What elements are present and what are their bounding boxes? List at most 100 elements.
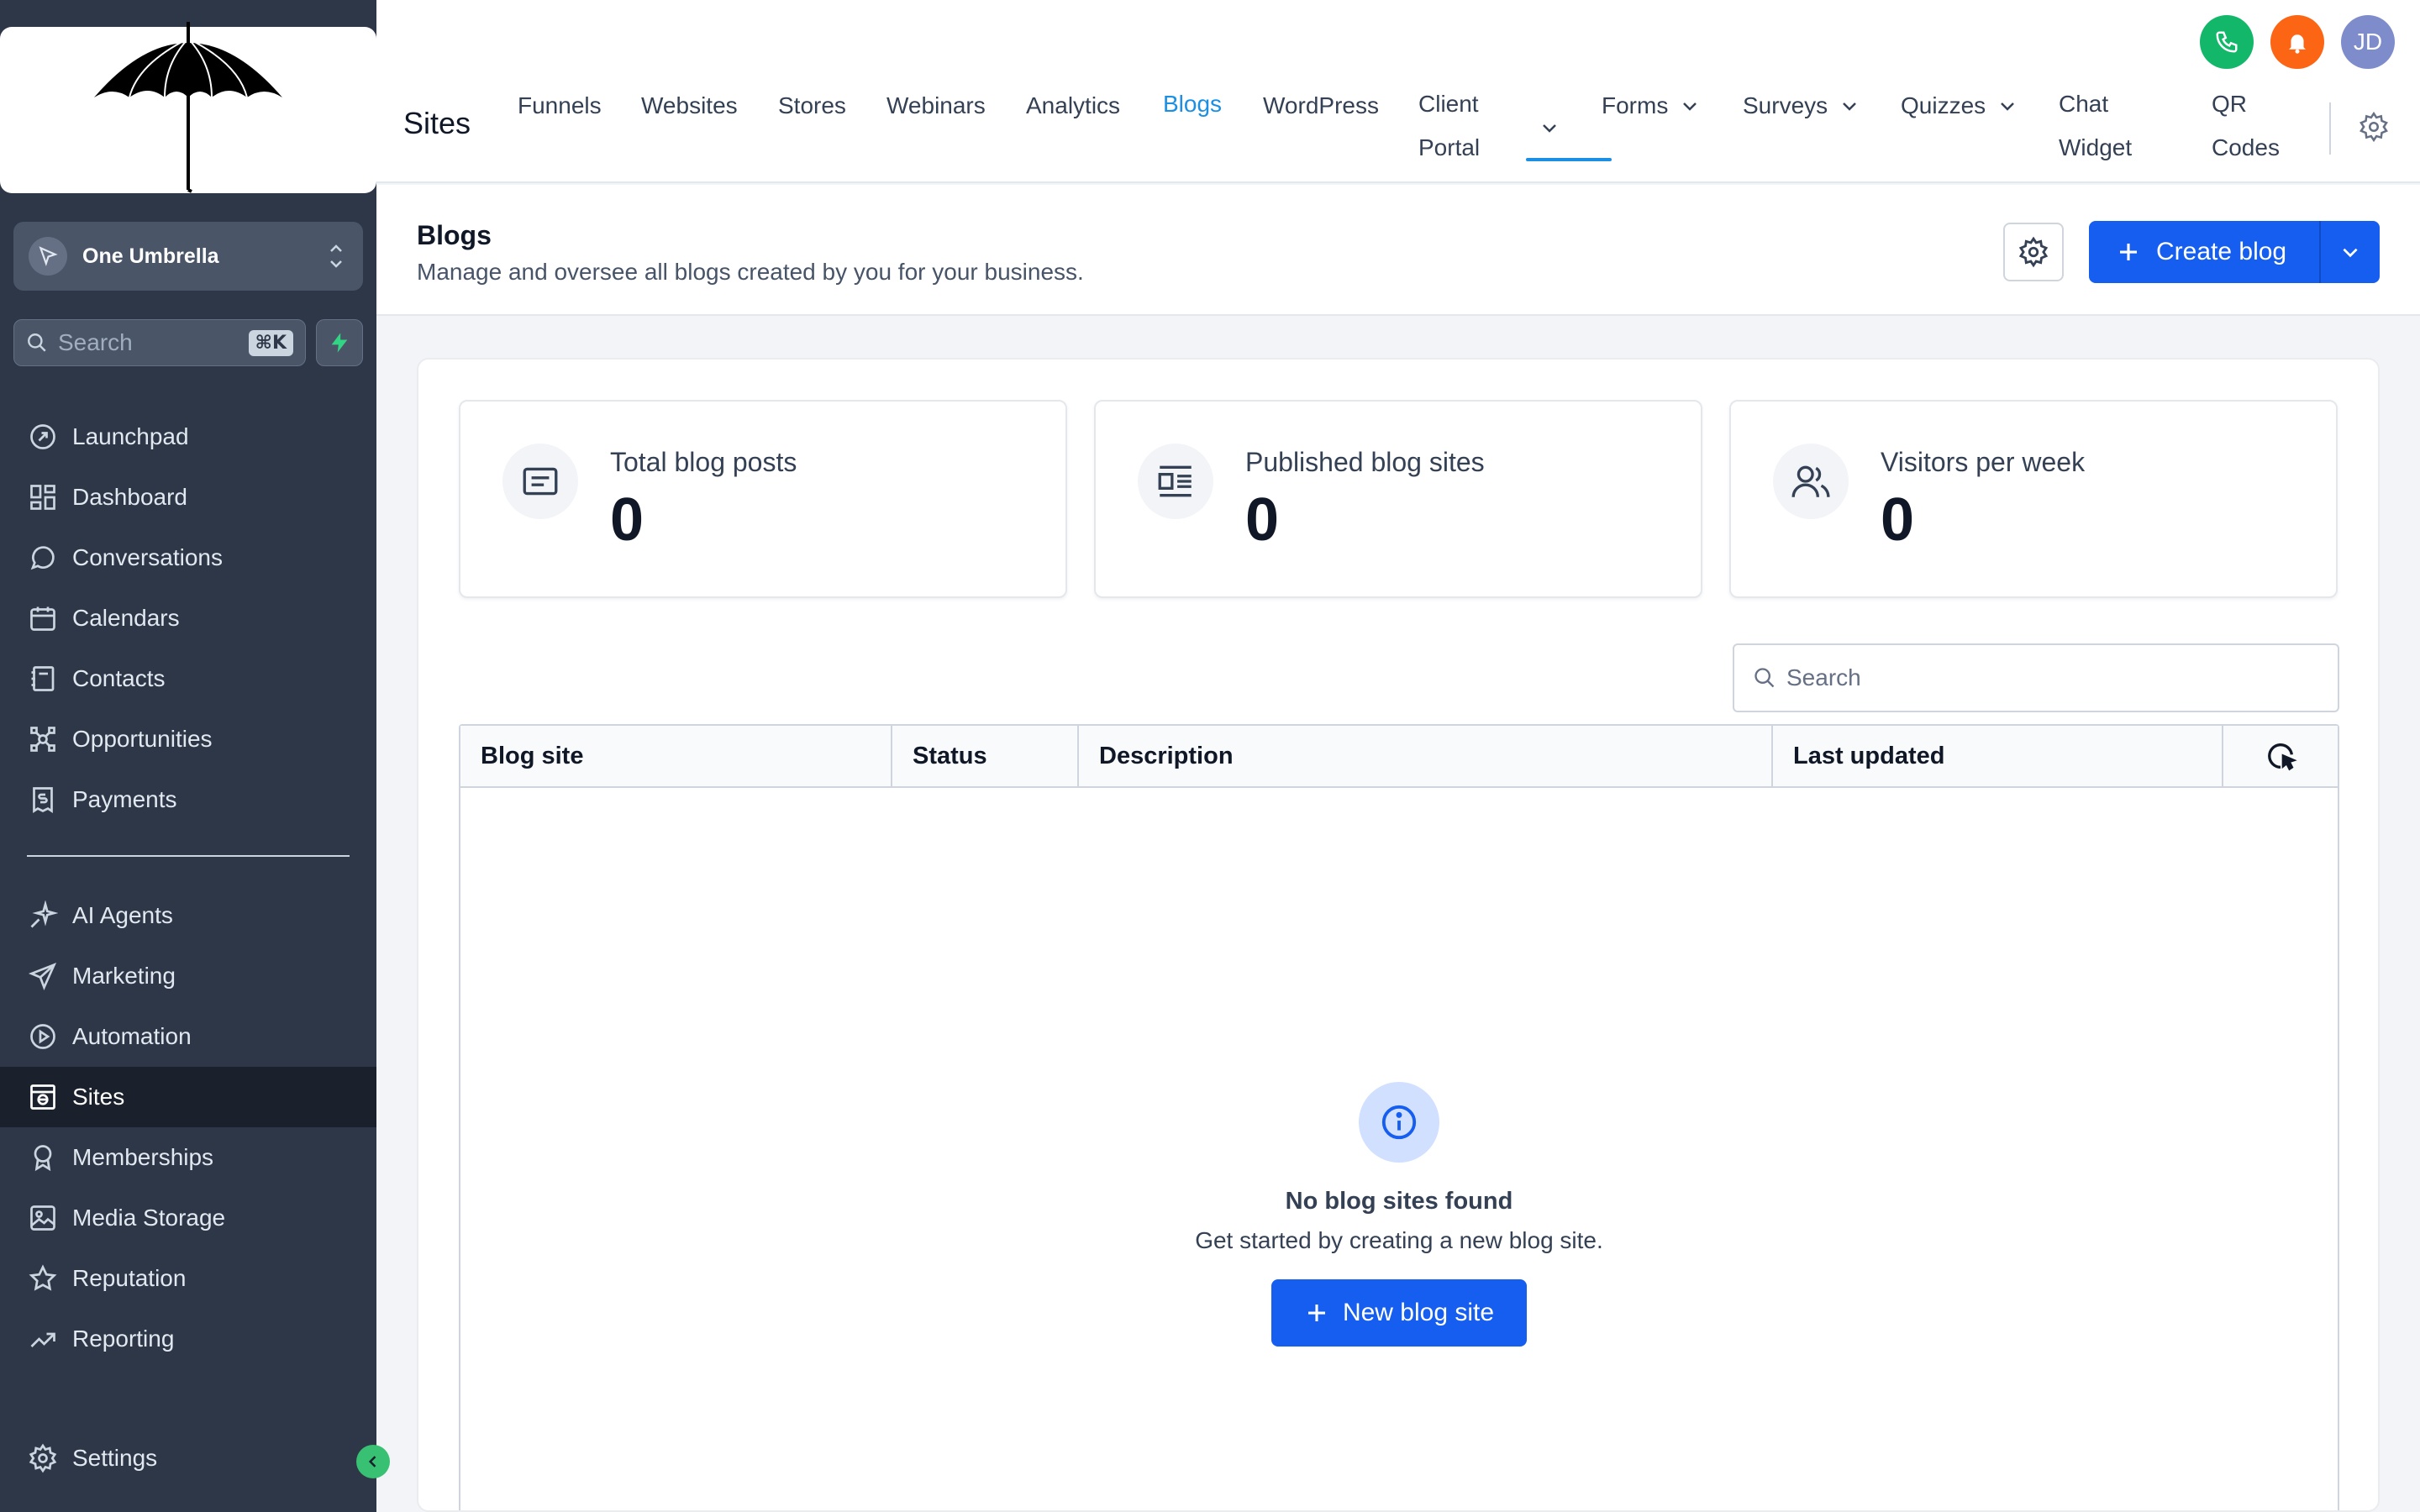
dashboard-icon <box>27 481 59 513</box>
tab-webinars[interactable]: Webinars <box>886 84 986 128</box>
tab-funnels[interactable]: Funnels <box>518 84 602 128</box>
gear-icon <box>27 1442 59 1474</box>
users-icon <box>1773 444 1849 519</box>
info-icon <box>1359 1082 1439 1163</box>
search-icon <box>28 333 46 352</box>
phone-button[interactable] <box>2200 15 2254 69</box>
account-name: One Umbrella <box>82 244 219 268</box>
tab-chat-widget[interactable]: Chat Widget <box>2059 82 2132 170</box>
layout-list-icon <box>1138 444 1213 519</box>
sidebar-item-reputation[interactable]: Reputation <box>0 1248 376 1309</box>
image-icon <box>27 1202 59 1234</box>
user-avatar[interactable]: JD <box>2341 15 2395 69</box>
sidebar-item-label: Marketing <box>72 963 176 989</box>
stat-card-total-posts: Total blog posts 0 <box>459 400 1067 598</box>
stat-card-published-sites: Published blog sites 0 <box>1094 400 1702 598</box>
tab-quizzes[interactable]: Quizzes <box>1901 84 2018 128</box>
sidebar-item-label: Settings <box>72 1445 158 1471</box>
create-blog-button[interactable]: Create blog <box>2089 221 2380 283</box>
tab-label: Webinars <box>886 92 986 118</box>
lightning-icon <box>331 333 348 353</box>
chevron-left-icon <box>368 1456 376 1467</box>
create-blog-main[interactable]: Create blog <box>2089 221 2319 283</box>
tab-client-portal[interactable]: Client Portal <box>1418 82 1480 170</box>
tab-label: Funnels <box>518 92 602 118</box>
sidebar-item-opportunities[interactable]: Opportunities <box>0 709 376 769</box>
sidebar-item-sites[interactable]: Sites <box>0 1067 376 1127</box>
sidebar-search[interactable]: Search ⌘K <box>13 319 306 366</box>
empty-state-subtitle: Get started by creating a new blog site. <box>1195 1227 1603 1253</box>
chevron-down-icon <box>2001 102 2015 111</box>
tab-label: Chat <box>2059 91 2109 117</box>
umbrella-logo-icon <box>94 22 282 193</box>
tab-label: Blogs <box>1163 91 1223 117</box>
notifications-button[interactable] <box>2270 15 2324 69</box>
top-navigation: JD Sites Funnels Websites Stores Webinar… <box>376 0 2420 183</box>
sidebar-item-reporting[interactable]: Reporting <box>0 1309 376 1369</box>
sites-icon <box>27 1081 59 1113</box>
tab-label: QR <box>2212 91 2247 117</box>
column-header-blog-site[interactable]: Blog site <box>460 726 892 786</box>
sidebar-item-media-storage[interactable]: Media Storage <box>0 1188 376 1248</box>
stat-value: 0 <box>1245 486 1280 554</box>
table-search[interactable] <box>1733 643 2339 712</box>
sidebar-item-dashboard[interactable]: Dashboard <box>0 467 376 528</box>
tab-stores[interactable]: Stores <box>778 84 846 128</box>
column-header-description[interactable]: Description <box>1079 726 1773 786</box>
column-header-last-updated[interactable]: Last updated <box>1773 726 2223 786</box>
new-blog-site-button[interactable]: New blog site <box>1271 1279 1527 1347</box>
sidebar-item-label: Dashboard <box>72 484 187 510</box>
sidebar-item-label: Contacts <box>72 665 166 691</box>
tab-websites[interactable]: Websites <box>641 84 738 128</box>
chevron-down-icon <box>2343 248 2358 258</box>
chevron-down-icon[interactable] <box>1539 118 1560 138</box>
tab-qr-codes[interactable]: QR Codes <box>2212 82 2280 170</box>
section-title: Blogs <box>417 220 492 250</box>
company-logo[interactable] <box>0 22 376 193</box>
table-header: Blog site Status Description Last update… <box>460 726 2338 788</box>
sidebar-item-contacts[interactable]: Contacts <box>0 648 376 709</box>
collapse-sidebar-button[interactable] <box>356 1445 390 1478</box>
sidebar-item-label: Reporting <box>72 1326 175 1352</box>
sidebar: One Umbrella Search ⌘K Launchpad Dashboa… <box>0 0 376 1512</box>
sidebar-item-automation[interactable]: Automation <box>0 1006 376 1067</box>
sidebar-search-placeholder: Search <box>58 329 133 355</box>
tab-surveys[interactable]: Surveys <box>1743 84 1860 128</box>
sidebar-item-settings[interactable]: Settings <box>0 1428 376 1488</box>
account-switcher[interactable]: One Umbrella <box>13 222 363 291</box>
tab-analytics[interactable]: Analytics <box>1026 84 1120 128</box>
tab-label: Forms <box>1602 92 1669 118</box>
quick-actions-button[interactable] <box>316 319 363 366</box>
sidebar-item-marketing[interactable]: Marketing <box>0 946 376 1006</box>
chevron-updown-icon <box>330 244 342 268</box>
tab-forms[interactable]: Forms <box>1602 84 1700 128</box>
sidebar-item-conversations[interactable]: Conversations <box>0 528 376 588</box>
sidebar-item-label: Calendars <box>72 605 180 631</box>
chevron-down-icon <box>1843 102 1857 111</box>
settings-gear-icon[interactable] <box>2358 111 2390 143</box>
sidebar-item-label: Payments <box>72 786 177 812</box>
chevron-down-icon <box>1683 102 1697 111</box>
payments-icon <box>27 784 59 816</box>
table-search-input[interactable] <box>1786 664 2291 691</box>
sidebar-item-label: Conversations <box>72 544 223 570</box>
tab-wordpress[interactable]: WordPress <box>1263 84 1379 128</box>
sidebar-item-ai-agents[interactable]: AI Agents <box>0 885 376 946</box>
tab-blogs[interactable]: Blogs <box>1163 82 1222 126</box>
blog-settings-button[interactable] <box>2003 223 2064 281</box>
section-subtitle: Manage and oversee all blogs created by … <box>417 259 1084 285</box>
search-icon <box>1754 668 1775 688</box>
column-settings[interactable] <box>2223 726 2338 786</box>
active-tab-indicator <box>1526 158 1612 161</box>
sidebar-item-payments[interactable]: Payments <box>0 769 376 830</box>
stat-value: 0 <box>610 486 644 554</box>
column-header-status[interactable]: Status <box>892 726 1079 786</box>
sidebar-item-launchpad[interactable]: Launchpad <box>0 407 376 467</box>
send-icon <box>27 960 59 992</box>
sidebar-item-label: Sites <box>72 1084 125 1110</box>
create-blog-dropdown[interactable] <box>2319 221 2380 283</box>
sidebar-item-calendars[interactable]: Calendars <box>0 588 376 648</box>
sidebar-item-memberships[interactable]: Memberships <box>0 1127 376 1188</box>
sidebar-divider <box>27 855 350 857</box>
empty-state-title: No blog sites found <box>1285 1188 1513 1215</box>
